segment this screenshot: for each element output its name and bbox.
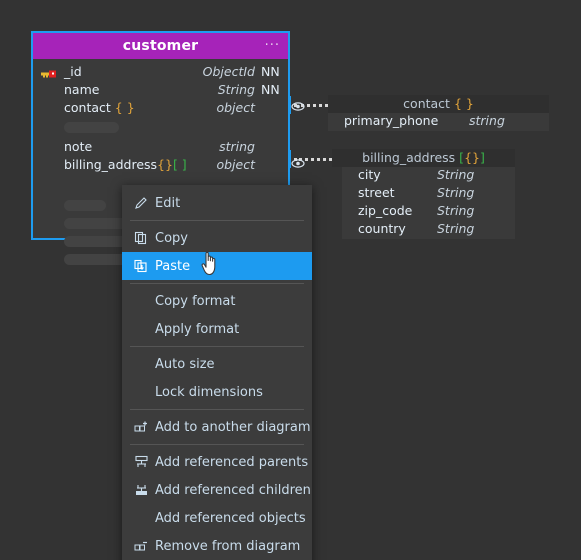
menu-item-auto-size[interactable]: Auto size bbox=[122, 350, 312, 378]
pencil-icon bbox=[133, 195, 149, 211]
primary-key-icon bbox=[41, 67, 59, 78]
attribute-name: note bbox=[64, 138, 93, 154]
menu-item-label: Add to another diagram bbox=[155, 419, 311, 435]
entity-menu-icon[interactable]: ··· bbox=[265, 39, 280, 52]
attribute-notnull: NN bbox=[261, 81, 280, 97]
attribute-name: name bbox=[64, 81, 100, 97]
ref-field-row[interactable]: zip_code String bbox=[342, 203, 515, 221]
ref-field-type: String bbox=[437, 221, 475, 236]
add-diagram-icon bbox=[133, 419, 149, 435]
menu-item-label: Add referenced children bbox=[155, 482, 311, 498]
ref-panel-title: billing_address [{}] bbox=[332, 149, 515, 167]
attribute-name: _id bbox=[64, 63, 82, 79]
menu-item-label: Remove from diagram bbox=[155, 538, 301, 554]
attribute-name: contact { } bbox=[64, 99, 135, 115]
entity-header[interactable]: customer ··· bbox=[33, 33, 288, 59]
copy-icon bbox=[133, 230, 149, 246]
attribute-notnull: NN bbox=[261, 63, 280, 79]
attribute-type: object bbox=[216, 156, 255, 172]
menu-item-add-to-another-diagram[interactable]: Add to another diagram bbox=[122, 413, 312, 441]
menu-item-label: Add referenced parents bbox=[155, 454, 309, 470]
attribute-type: string bbox=[219, 138, 255, 154]
attribute-row[interactable]: billing_address{}[ ] object bbox=[33, 155, 305, 173]
ref-field-row[interactable]: city String bbox=[342, 167, 515, 185]
ref-field-row[interactable]: country String bbox=[342, 221, 515, 239]
ref-panel-title: contact { } bbox=[328, 95, 549, 113]
entity-title: customer bbox=[122, 38, 199, 54]
menu-separator bbox=[130, 283, 304, 284]
menu-item-remove-from-diagram[interactable]: Remove from diagram bbox=[122, 532, 312, 560]
menu-item-edit[interactable]: Edit bbox=[122, 189, 312, 217]
ref-panel-billing-address[interactable]: billing_address [{}] city String street … bbox=[332, 149, 515, 239]
attribute-row[interactable]: _id ObjectId NN bbox=[33, 62, 288, 80]
menu-item-paste[interactable]: Paste bbox=[122, 252, 312, 280]
ref-field-type: String bbox=[437, 185, 475, 200]
ref-panel-fields: primary_phone string bbox=[328, 113, 549, 131]
skeleton-row bbox=[64, 200, 106, 211]
attribute-row[interactable]: contact { } object bbox=[33, 98, 305, 116]
context-menu[interactable]: Edit Copy Paste Copy format Apply format… bbox=[122, 185, 312, 560]
menu-item-label: Add referenced objects bbox=[155, 510, 306, 526]
menu-item-apply-format[interactable]: Apply format bbox=[122, 315, 312, 343]
ref-field-name: zip_code bbox=[358, 203, 413, 218]
ref-field-type: String bbox=[437, 203, 475, 218]
ref-field-name: country bbox=[358, 221, 406, 236]
menu-item-label: Copy bbox=[155, 230, 188, 246]
menu-separator bbox=[130, 346, 304, 347]
menu-item-add-referenced-parents[interactable]: Add referenced parents bbox=[122, 448, 312, 476]
menu-item-label: Apply format bbox=[155, 321, 240, 337]
visibility-eye-icon[interactable] bbox=[291, 100, 305, 115]
menu-item-add-referenced-objects[interactable]: Add referenced objects bbox=[122, 504, 312, 532]
object-brace: { } bbox=[453, 96, 474, 111]
ref-field-name: primary_phone bbox=[344, 113, 439, 128]
ref-panel-fields: city String street String zip_code Strin… bbox=[342, 167, 515, 239]
attribute-name: billing_address{}[ ] bbox=[64, 156, 187, 172]
array-bracket: [{}] bbox=[459, 150, 485, 165]
entity-attribute-list: _id ObjectId NN name String NN contact {… bbox=[33, 62, 305, 265]
diagram-canvas[interactable]: customer ··· _id ObjectId NN name String… bbox=[0, 0, 581, 560]
ref-field-type: String bbox=[437, 167, 475, 182]
ref-field-row[interactable]: primary_phone string bbox=[328, 113, 549, 131]
attribute-type: object bbox=[216, 99, 255, 115]
ref-field-name: city bbox=[358, 167, 381, 182]
menu-item-copy-format[interactable]: Copy format bbox=[122, 287, 312, 315]
attribute-type: String bbox=[217, 81, 255, 97]
parents-icon bbox=[133, 454, 149, 470]
visibility-eye-icon[interactable] bbox=[291, 157, 305, 172]
attribute-row[interactable]: note string bbox=[33, 137, 288, 155]
menu-item-copy[interactable]: Copy bbox=[122, 224, 312, 252]
ref-field-name: street bbox=[358, 185, 395, 200]
menu-separator bbox=[130, 444, 304, 445]
attribute-row[interactable]: name String NN bbox=[33, 80, 288, 98]
paste-icon bbox=[133, 258, 149, 274]
menu-separator bbox=[130, 220, 304, 221]
menu-item-label: Copy format bbox=[155, 293, 236, 309]
menu-item-lock-dimensions[interactable]: Lock dimensions bbox=[122, 378, 312, 406]
skeleton-row bbox=[64, 122, 119, 133]
ref-field-type: string bbox=[469, 113, 505, 128]
ref-panel-contact[interactable]: contact { } primary_phone string bbox=[328, 95, 549, 131]
remove-diagram-icon bbox=[133, 538, 149, 554]
menu-item-label: Paste bbox=[155, 258, 191, 274]
menu-item-label: Auto size bbox=[155, 356, 215, 372]
ref-field-row[interactable]: street String bbox=[342, 185, 515, 203]
object-brace: { } bbox=[114, 99, 135, 115]
menu-item-label: Edit bbox=[155, 195, 181, 211]
menu-item-add-referenced-children[interactable]: Add referenced children bbox=[122, 476, 312, 504]
children-icon bbox=[133, 482, 149, 498]
menu-separator bbox=[130, 409, 304, 410]
menu-item-label: Lock dimensions bbox=[155, 384, 263, 400]
attribute-type: ObjectId bbox=[202, 63, 255, 79]
